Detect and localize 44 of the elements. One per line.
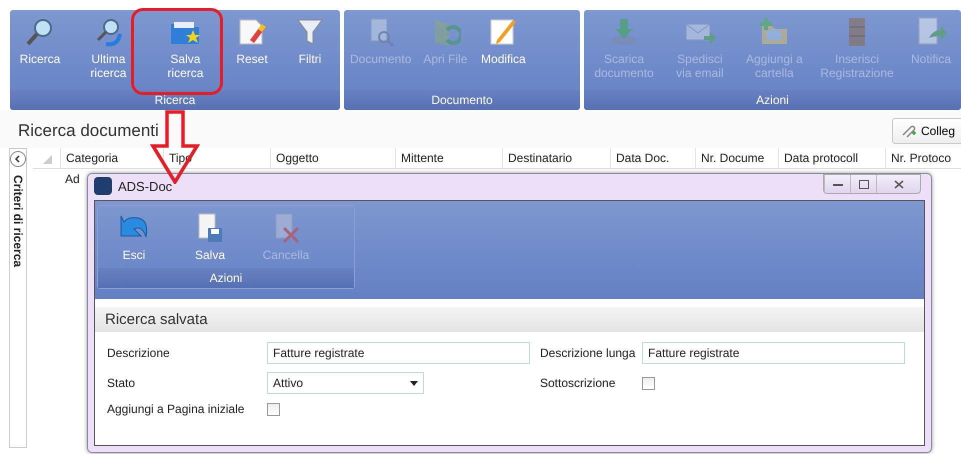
ribbon-button[interactable]: Salva bbox=[182, 210, 238, 268]
column-header[interactable]: Data protocoll bbox=[778, 148, 885, 168]
column-header[interactable]: Data Doc. bbox=[610, 148, 695, 168]
text-field[interactable]: Fatture registrate bbox=[267, 342, 530, 364]
text-field[interactable]: Fatture registrate bbox=[642, 342, 905, 364]
collapse-button[interactable] bbox=[10, 151, 26, 167]
ribbon-button[interactable]: Salva ricerca bbox=[148, 14, 222, 90]
group-label: Azioni bbox=[98, 268, 354, 288]
ribbon-button[interactable]: Filtri bbox=[282, 14, 338, 90]
sort-corner-icon bbox=[43, 155, 52, 164]
section-title: Ricerca salvata bbox=[95, 307, 924, 332]
ribbon-button[interactable]: Modifica bbox=[475, 14, 532, 90]
group-label: Documento bbox=[344, 90, 580, 110]
app-icon bbox=[94, 177, 112, 195]
checkbox[interactable] bbox=[267, 402, 280, 416]
checkbox[interactable] bbox=[642, 376, 655, 390]
group-label: Ricerca bbox=[10, 90, 340, 110]
field-label: Stato bbox=[107, 376, 136, 390]
column-header[interactable]: Categoria bbox=[60, 148, 163, 168]
table-cell-text: Ad bbox=[64, 171, 81, 188]
column-header[interactable]: Oggetto bbox=[270, 148, 395, 168]
caret-icon bbox=[410, 380, 418, 386]
column-header[interactable]: Nr. Docume bbox=[695, 148, 778, 168]
field-label: Sottoscrizione bbox=[539, 376, 616, 390]
panel-label: Criteri di ricerca bbox=[11, 175, 25, 268]
dropdown[interactable]: Attivo bbox=[267, 372, 424, 394]
paperclip-plus-icon bbox=[900, 124, 917, 138]
ribbon-button[interactable]: Reset bbox=[224, 14, 280, 90]
column-header[interactable]: Destinatario bbox=[502, 148, 610, 168]
maximize-icon bbox=[858, 180, 868, 188]
group-label: Azioni bbox=[584, 90, 961, 110]
link-button[interactable]: Colleg bbox=[892, 118, 961, 144]
close-icon bbox=[894, 180, 904, 188]
page-title: Ricerca documenti bbox=[18, 121, 159, 141]
field-label: Descrizione lunga bbox=[539, 346, 636, 360]
field-label: Aggiungi a Pagina iniziale bbox=[107, 402, 246, 416]
column-header[interactable]: Nr. Protoco bbox=[885, 148, 961, 168]
column-header[interactable]: Mittente bbox=[395, 148, 502, 168]
ribbon-button[interactable]: Esci bbox=[106, 210, 162, 268]
ribbon-button[interactable]: Ultima ricerca bbox=[70, 14, 147, 90]
window-title: ADS-Doc bbox=[118, 178, 174, 194]
ribbon-button[interactable]: Ricerca bbox=[12, 14, 68, 90]
minimize-icon bbox=[832, 181, 842, 187]
field-label: Descrizione bbox=[107, 346, 171, 360]
